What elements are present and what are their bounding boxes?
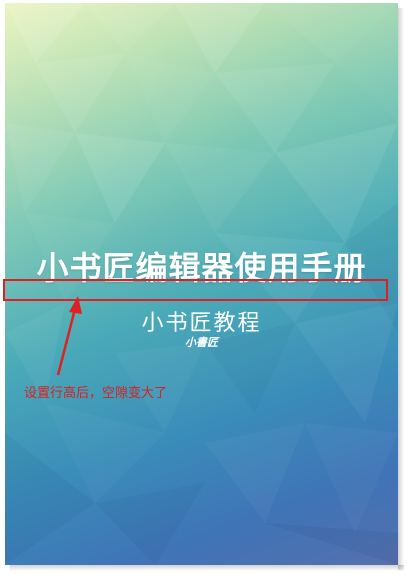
line-height-highlight-box	[3, 279, 388, 301]
annotation-text: 设置行高后，空隙变大了	[24, 386, 168, 401]
cover-subtitle: 小书匠教程	[141, 311, 262, 336]
page-shadow	[398, 8, 404, 570]
cover-signature: 小書匠	[185, 336, 218, 349]
page-shadow-bottom	[10, 565, 404, 571]
